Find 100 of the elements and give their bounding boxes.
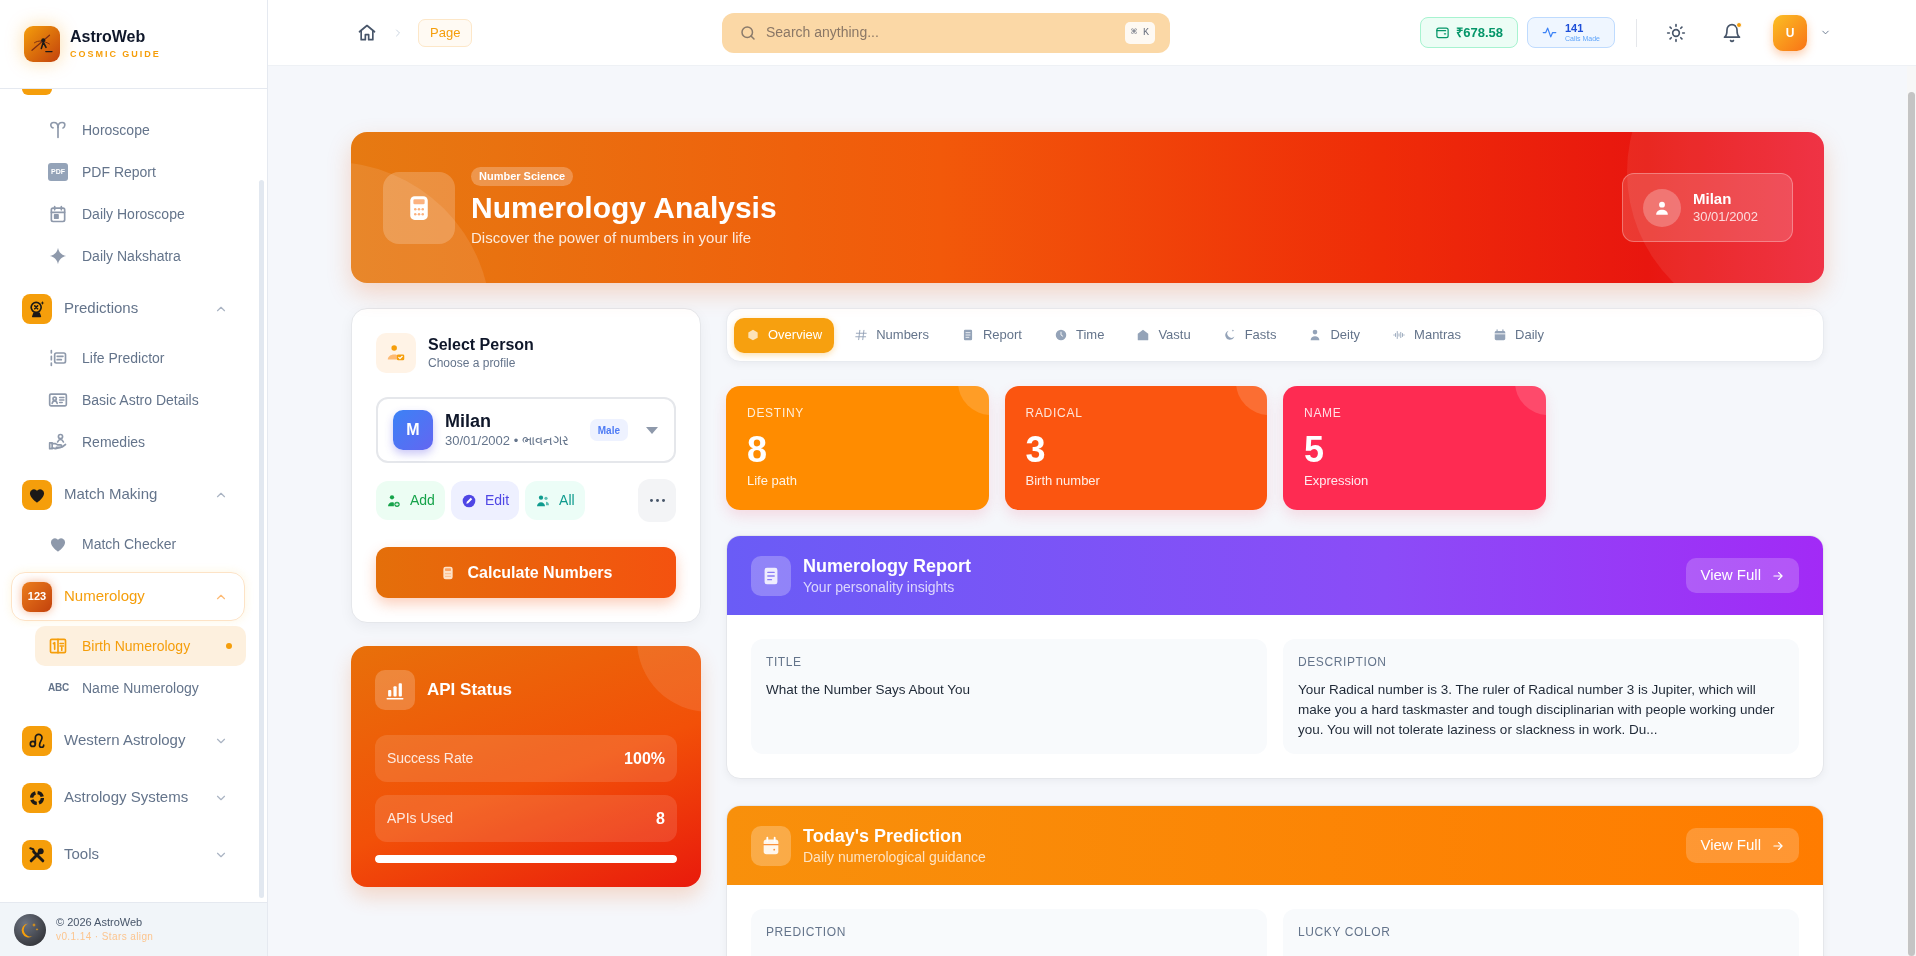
activity-icon	[1542, 25, 1557, 40]
page-subtitle: Discover the power of numbers in your life	[471, 228, 752, 248]
card-subtitle: Daily numerological guidance	[803, 847, 987, 867]
sidebar-item[interactable]: Remedies	[35, 422, 246, 462]
profile-selector[interactable]: M Milan 30/01/2002 • ભાવનગર Male	[376, 397, 676, 463]
tab[interactable]: Time	[1041, 317, 1117, 353]
moon-logo-icon	[14, 913, 46, 946]
brand-name: AstroWeb	[70, 28, 147, 46]
profile-name: Milan	[445, 410, 491, 432]
clock-icon	[1053, 328, 1068, 342]
field-value: Your Radical number is 3. The ruler of Radical number 3 is Jupiter, which will make you a hard taskmaster and tough disciplinarian with people working under you. You will not tolerate laziness or slackness in work. Du...	[1298, 681, 1776, 739]
number-label: NAME	[1304, 405, 1343, 421]
tab[interactable]: Mantras	[1380, 317, 1474, 353]
number-caption: Life path	[747, 473, 798, 489]
sidebar-item[interactable]: Daily Horoscope	[35, 194, 246, 234]
leo-symbol-icon	[22, 725, 52, 756]
home-icon[interactable]	[357, 22, 377, 43]
card-title: API Status	[427, 679, 513, 702]
number-label: RADICAL	[1025, 405, 1084, 421]
gender-tag: Male	[589, 419, 628, 441]
metric-label: APIs Used	[387, 809, 454, 828]
waveform-icon	[1392, 328, 1407, 342]
wallet-icon	[1435, 25, 1451, 40]
number-caption: Expression	[1304, 473, 1370, 489]
edit-button[interactable]: Edit	[450, 481, 520, 520]
version-text: v0.1.14 · Stars align	[56, 930, 154, 944]
person-date: 30/01/2002	[1693, 208, 1759, 226]
wallet-button[interactable]: ₹678.58	[1420, 17, 1518, 48]
person-check-icon	[376, 333, 416, 373]
person-name: Milan	[1693, 189, 1733, 208]
list-icon	[48, 348, 68, 368]
sidebar-item[interactable]: Daily Nakshatra	[35, 236, 246, 276]
calculator-icon	[383, 171, 455, 244]
number-value: 3	[1025, 430, 1047, 470]
card-title: Numerology Report	[803, 554, 972, 578]
field-value: What the Number Says About You	[766, 681, 972, 699]
number-label: DESTINY	[747, 405, 806, 421]
profile-details: 30/01/2002 • ભાવનગર	[445, 432, 569, 450]
edit-icon	[460, 492, 477, 509]
profile-initial: M	[393, 410, 433, 450]
sidebar-group[interactable]: Astrology Systems	[11, 773, 245, 822]
number-caption: Birth number	[1025, 473, 1101, 489]
scrollbar-thumb[interactable]	[1908, 92, 1915, 956]
id-card-icon	[48, 390, 68, 410]
letters-icon: ABC	[48, 682, 68, 694]
all-button[interactable]: All	[525, 481, 585, 520]
metric-value: 100%	[624, 748, 665, 769]
tab[interactable]: Report	[948, 317, 1034, 353]
calendar-icon	[1493, 328, 1508, 342]
calendar-icon	[751, 825, 791, 866]
numbers-icon: 123	[22, 581, 52, 612]
sidebar-item[interactable]: Match Checker	[35, 524, 246, 564]
sidebar-group[interactable]: Predictions	[11, 284, 245, 333]
sidebar-item[interactable]: Basic Astro Details	[35, 380, 246, 420]
hand-person-icon	[48, 432, 68, 452]
group-icon	[22, 89, 52, 95]
brand-tagline: COSMIC GUIDE	[70, 48, 161, 60]
sidebar-item[interactable]: Life Predictor	[35, 338, 246, 378]
calls-count: 141	[1565, 22, 1585, 34]
dropdown-caret-icon	[646, 426, 658, 434]
category-tag: Number Science	[471, 167, 574, 186]
tab[interactable]: Fasts	[1210, 317, 1289, 353]
logo-icon[interactable]	[24, 26, 60, 62]
tab[interactable]: Deity	[1296, 317, 1373, 353]
hexagon-icon	[746, 328, 760, 342]
moon-icon	[1222, 328, 1237, 342]
search-icon	[739, 23, 757, 42]
metric-label: Success Rate	[387, 749, 474, 768]
sidebar-item[interactable]: Horoscope	[35, 110, 246, 150]
number-value: 5	[1304, 430, 1326, 470]
search-input[interactable]: Search anything...	[766, 22, 1116, 43]
breadcrumb-current: Page	[418, 18, 473, 47]
sidebar-group[interactable]: 123 Numerology	[11, 572, 245, 621]
tools-icon	[22, 839, 52, 870]
ring-icon	[22, 782, 52, 813]
add-button[interactable]: Add	[376, 481, 445, 520]
more-button[interactable]	[638, 479, 676, 522]
sidebar-group[interactable]: Match Making	[11, 470, 245, 519]
search-field[interactable]: Search anything... ⌘ K	[722, 12, 1170, 53]
number-panel-icon	[48, 636, 68, 656]
scrollbar-thumb[interactable]	[259, 180, 264, 898]
tab[interactable]: Numbers	[842, 317, 941, 353]
sidebar-group[interactable]: Western Astrology	[11, 716, 245, 765]
sidebar-group[interactable]: Tools	[11, 830, 245, 879]
shortcut-key: ⌘ K	[1124, 21, 1155, 44]
bar-chart-icon	[375, 670, 415, 710]
house-icon	[1136, 328, 1151, 342]
tab[interactable]: Vastu	[1124, 317, 1203, 353]
field-label: TITLE	[766, 654, 803, 670]
bell-icon[interactable]	[1722, 22, 1742, 43]
hash-icon	[854, 328, 869, 342]
sidebar-item[interactable]: ABC Name Numerology	[35, 668, 246, 708]
sun-icon[interactable]	[1666, 22, 1686, 43]
view-full-button[interactable]: View Full	[1686, 558, 1799, 593]
calculate-button[interactable]: Calculate Numbers	[376, 547, 676, 598]
more-icon	[649, 499, 665, 502]
copyright-text: © 2026 AstroWeb	[56, 915, 144, 930]
metric-value: 8	[656, 808, 665, 829]
tab[interactable]: Daily	[1481, 317, 1556, 353]
document-icon	[751, 555, 791, 596]
